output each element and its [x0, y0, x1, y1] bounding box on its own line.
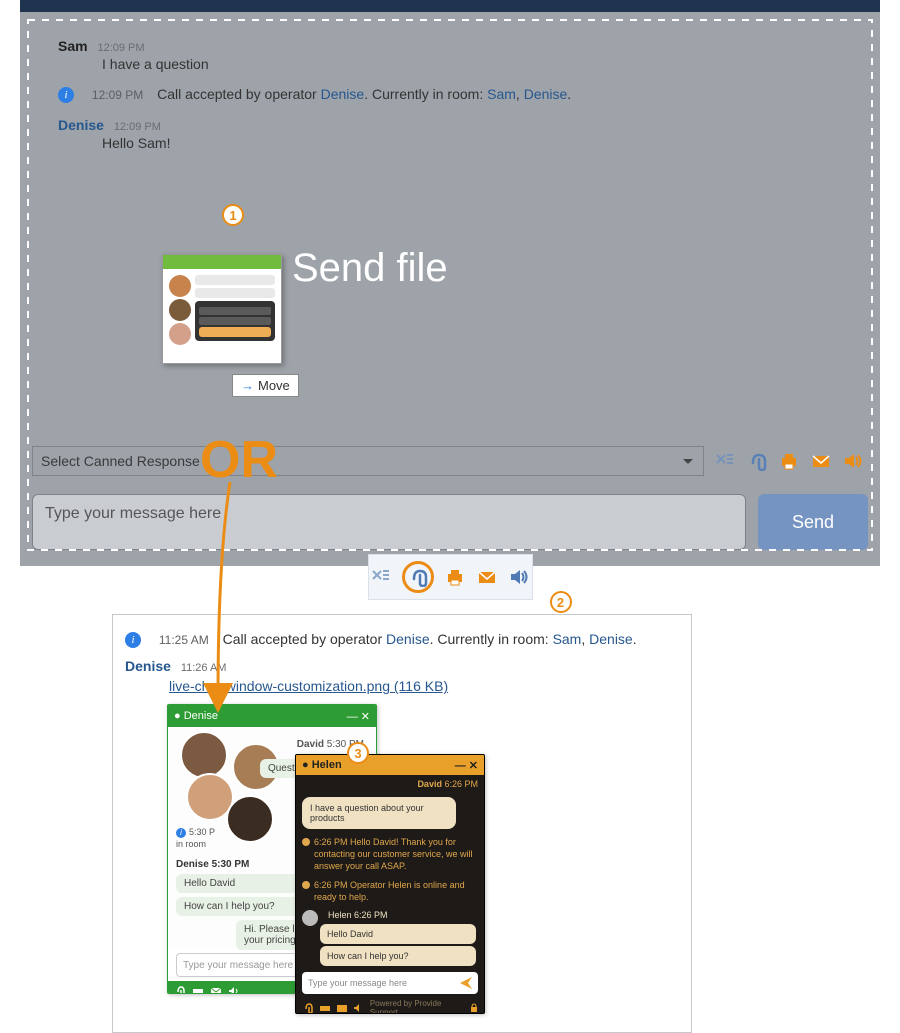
- email-icon: [210, 985, 222, 994]
- message-body: I have a question: [102, 56, 858, 72]
- operator-link[interactable]: Denise: [321, 86, 365, 102]
- preview-dark-chat: ● Helen— ✕ David 6:26 PM I have a questi…: [295, 754, 485, 1014]
- window-controls: — ✕: [347, 710, 370, 723]
- result-panel: i 11:25 AM Call accepted by operator Den…: [112, 614, 692, 1033]
- attach-file-highlight: [402, 561, 434, 593]
- email-icon[interactable]: [810, 450, 832, 472]
- timestamp: 11:26 AM: [181, 662, 227, 674]
- attach-file-icon: [174, 985, 186, 994]
- sender-name: Sam: [58, 38, 88, 54]
- system-message: i 12:09 PM Call accepted by operator Den…: [58, 86, 858, 103]
- attach-file-icon[interactable]: [746, 450, 768, 472]
- sound-icon[interactable]: [842, 450, 864, 472]
- drag-cursor-label: →Move: [232, 374, 299, 397]
- sender-name: Denise: [58, 117, 104, 133]
- print-icon: [192, 985, 204, 994]
- sender-name: Denise: [125, 658, 171, 674]
- send-button[interactable]: Send: [758, 494, 868, 550]
- operator-link[interactable]: Denise: [386, 631, 430, 647]
- send-icon: [460, 977, 472, 989]
- lock-icon: [469, 1003, 478, 1013]
- chat-window: Sam 12:09 PM I have a question i 12:09 P…: [20, 12, 880, 566]
- sound-icon[interactable]: [508, 566, 530, 588]
- participant-link[interactable]: Denise: [524, 86, 568, 102]
- message-body: Hello Sam!: [102, 135, 858, 151]
- email-icon: [336, 1002, 347, 1014]
- avatar: [226, 795, 274, 843]
- timestamp: 12:09 PM: [114, 121, 161, 133]
- chat-toolbar: [714, 450, 868, 472]
- avatar: [180, 731, 228, 779]
- participant-link[interactable]: Sam: [487, 86, 516, 102]
- callout-badge-1: 1: [222, 204, 244, 226]
- mini-input[interactable]: Type your message here: [302, 972, 478, 994]
- sound-icon: [228, 985, 240, 994]
- quick-response-icon[interactable]: [714, 450, 736, 472]
- arrow-right-icon: →: [241, 378, 254, 393]
- timestamp: 11:25 AM: [159, 633, 209, 647]
- toolbar-zoom: 2: [368, 554, 533, 600]
- send-file-label: Send file: [292, 246, 448, 291]
- callout-badge-2: 2: [550, 591, 572, 613]
- attach-file-icon: [302, 1002, 313, 1014]
- quick-response-icon[interactable]: [370, 566, 392, 588]
- info-icon: i: [125, 632, 141, 648]
- message-input[interactable]: Type your message here: [32, 494, 746, 550]
- attach-file-icon[interactable]: [407, 566, 429, 588]
- timestamp: 12:09 PM: [97, 42, 144, 54]
- or-label: OR: [200, 430, 278, 490]
- timestamp: 12:09 PM: [92, 88, 143, 102]
- sound-icon: [353, 1002, 364, 1014]
- chat-transcript: Sam 12:09 PM I have a question i 12:09 P…: [32, 24, 868, 444]
- email-icon[interactable]: [476, 566, 498, 588]
- avatar: [302, 910, 318, 926]
- print-icon[interactable]: [778, 450, 800, 472]
- info-icon: i: [58, 87, 74, 103]
- print-icon: [319, 1002, 330, 1014]
- dragged-file-thumbnail[interactable]: [162, 254, 282, 364]
- file-attachment-link[interactable]: live-chat-window-customization.png (116 …: [169, 678, 448, 694]
- print-icon[interactable]: [444, 566, 466, 588]
- canned-response-select[interactable]: Select Canned Response: [32, 446, 704, 476]
